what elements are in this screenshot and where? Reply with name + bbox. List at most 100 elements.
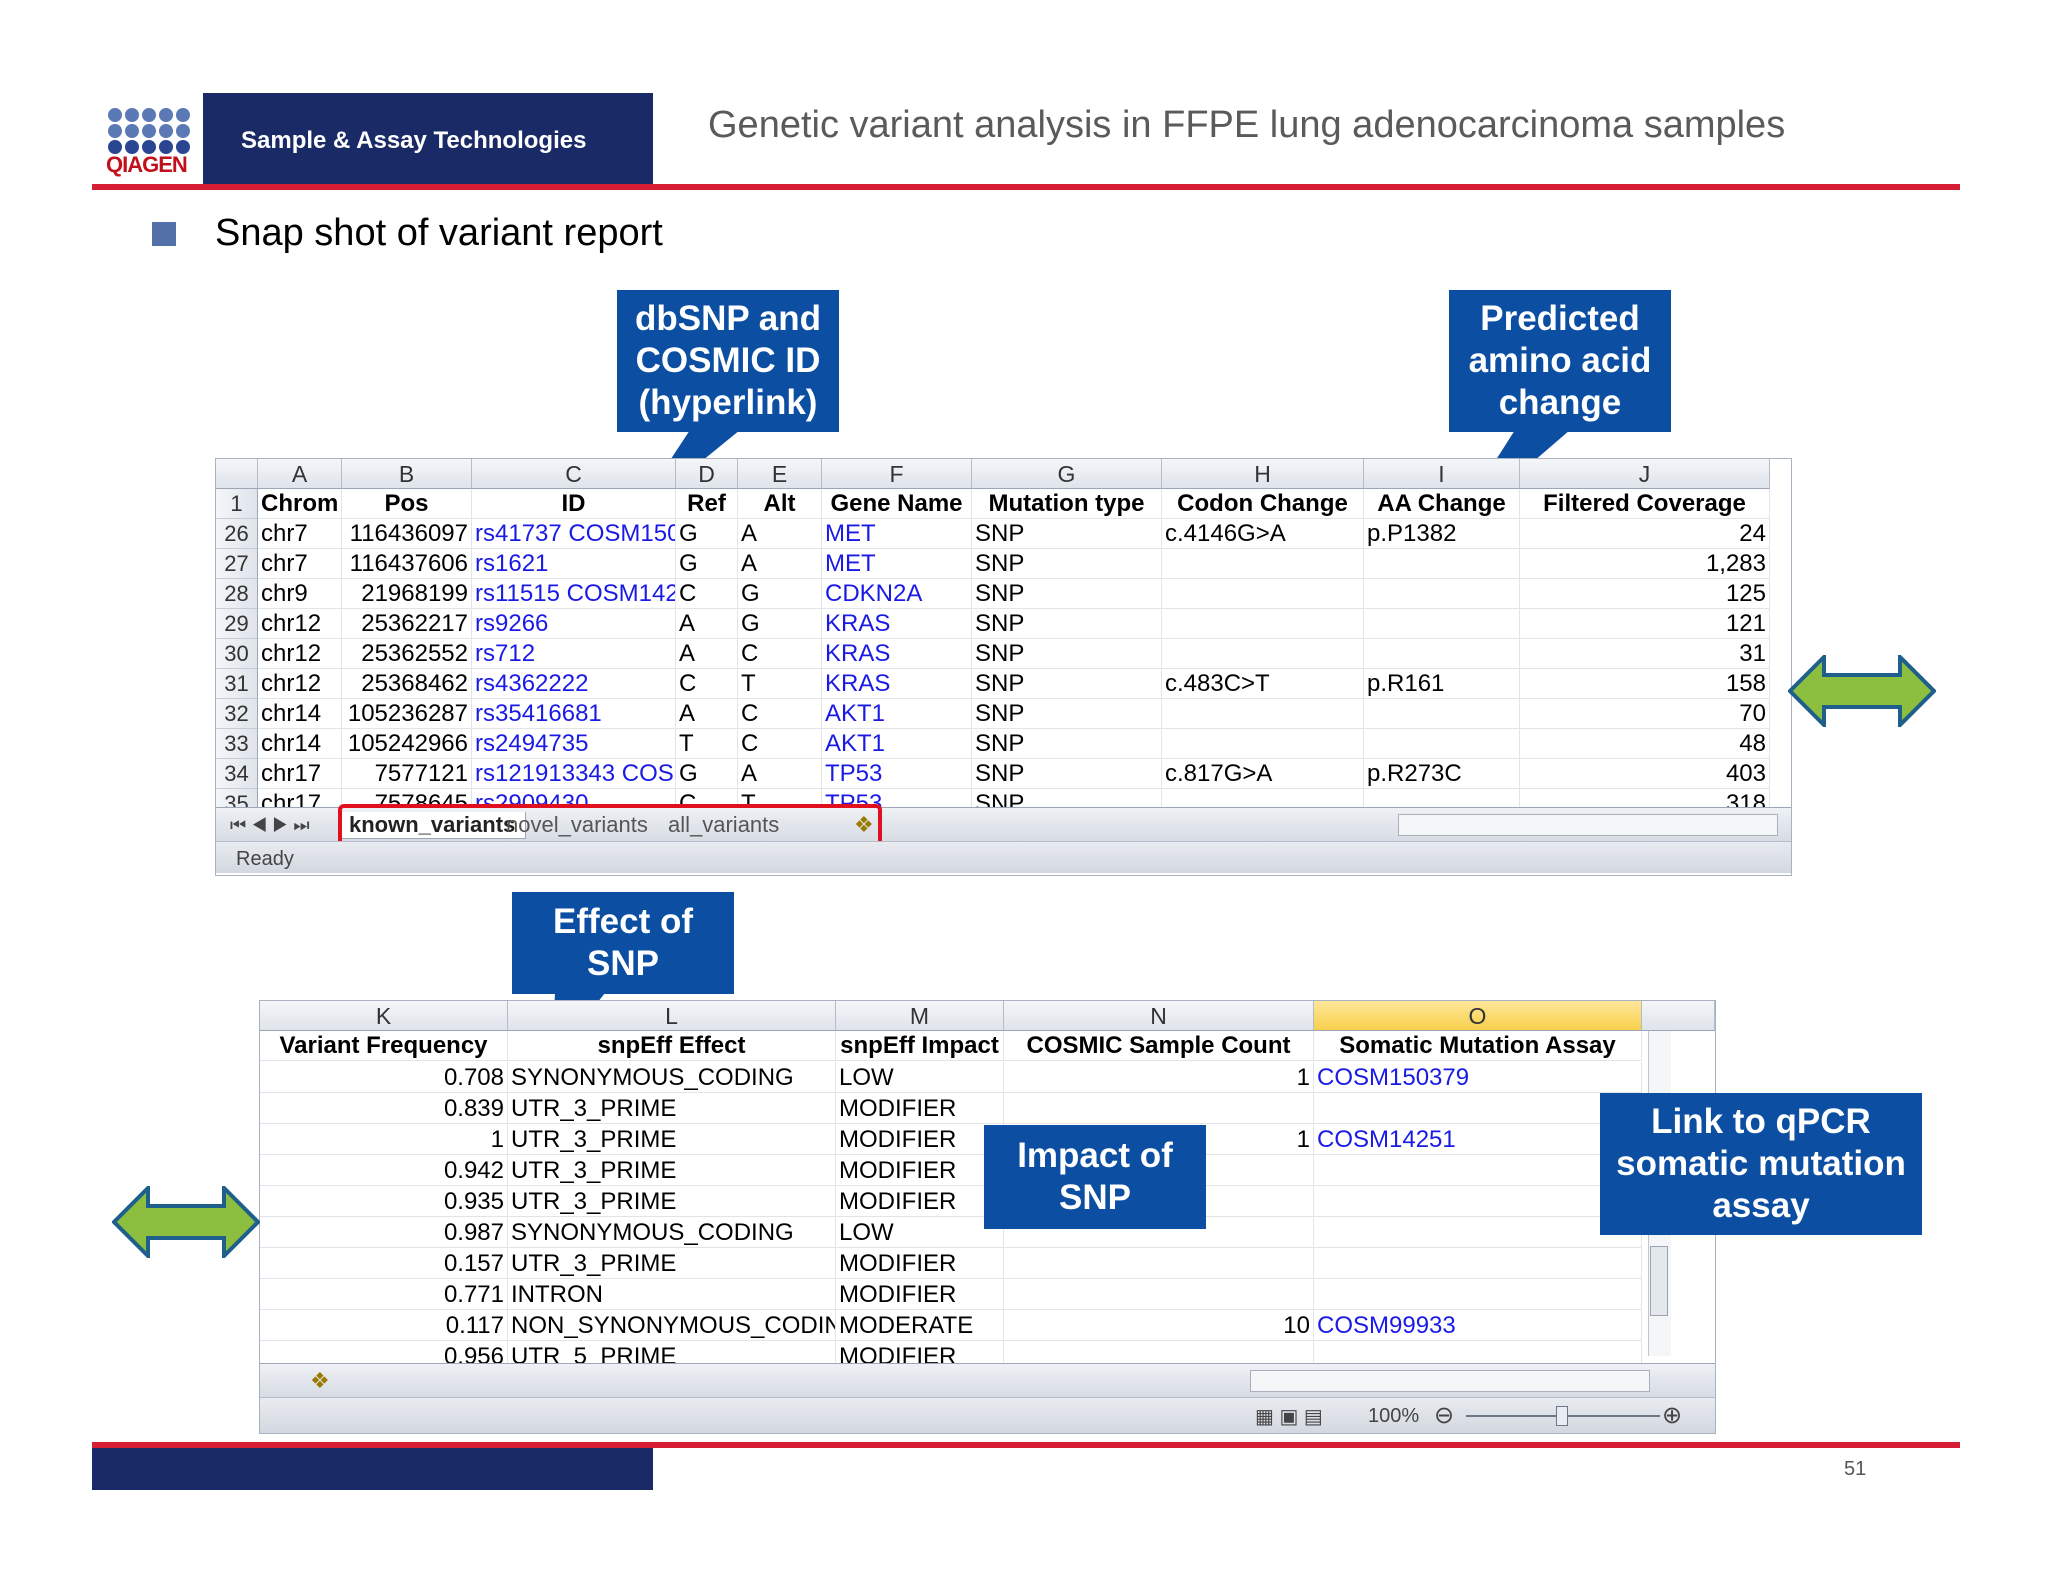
hyperlink-cell[interactable] bbox=[1314, 1248, 1642, 1279]
table-cell[interactable]: SNP bbox=[972, 639, 1162, 669]
table-cell[interactable]: SNP bbox=[972, 669, 1162, 699]
table-cell[interactable]: 7577121 bbox=[342, 759, 472, 789]
table-cell[interactable]: LOW bbox=[836, 1217, 1004, 1248]
column-header[interactable]: D bbox=[676, 459, 738, 489]
horizontal-scrollbar[interactable] bbox=[1398, 814, 1778, 836]
table-cell[interactable]: T bbox=[738, 669, 822, 699]
table-cell[interactable]: SNP bbox=[972, 549, 1162, 579]
table-cell[interactable]: MODERATE bbox=[836, 1310, 1004, 1341]
column-header[interactable]: A bbox=[258, 459, 342, 489]
table-cell[interactable]: chr9 bbox=[258, 579, 342, 609]
table-cell[interactable]: UTR_3_PRIME bbox=[508, 1248, 836, 1279]
table-cell[interactable]: LOW bbox=[836, 1062, 1004, 1093]
table-cell[interactable]: 24 bbox=[1520, 519, 1770, 549]
row-header[interactable]: 28 bbox=[216, 579, 258, 609]
table-cell[interactable]: 125 bbox=[1520, 579, 1770, 609]
table-cell[interactable]: UTR_3_PRIME bbox=[508, 1124, 836, 1155]
table-cell[interactable] bbox=[1364, 579, 1520, 609]
table-cell[interactable]: G bbox=[676, 519, 738, 549]
hyperlink-cell[interactable]: rs11515 COSM142 bbox=[472, 579, 676, 609]
table-cell[interactable]: A bbox=[738, 519, 822, 549]
table-cell[interactable]: 31 bbox=[1520, 639, 1770, 669]
hyperlink-cell[interactable]: MET bbox=[822, 549, 972, 579]
row-header[interactable]: 32 bbox=[216, 699, 258, 729]
row-header[interactable]: 26 bbox=[216, 519, 258, 549]
table-cell[interactable]: C bbox=[676, 669, 738, 699]
row-header[interactable]: 1 bbox=[216, 489, 258, 519]
column-header[interactable]: C bbox=[472, 459, 676, 489]
header-cell[interactable]: Variant Frequency bbox=[260, 1031, 508, 1061]
hyperlink-cell[interactable]: KRAS bbox=[822, 609, 972, 639]
table-cell[interactable]: chr12 bbox=[258, 669, 342, 699]
hyperlink-cell[interactable] bbox=[1314, 1155, 1642, 1186]
table-cell[interactable]: INTRON bbox=[508, 1279, 836, 1310]
table-cell[interactable]: C bbox=[738, 639, 822, 669]
table-cell[interactable]: 116437606 bbox=[342, 549, 472, 579]
scroll-up-button[interactable] bbox=[1642, 1001, 1715, 1031]
header-cell[interactable]: Gene Name bbox=[822, 489, 972, 519]
table-cell[interactable]: 25362217 bbox=[342, 609, 472, 639]
table-cell[interactable]: chr12 bbox=[258, 609, 342, 639]
table-cell[interactable]: 70 bbox=[1520, 699, 1770, 729]
hyperlink-cell[interactable]: COSM99933 bbox=[1314, 1310, 1642, 1341]
table-cell[interactable] bbox=[1162, 729, 1364, 759]
hyperlink-cell[interactable]: CDKN2A bbox=[822, 579, 972, 609]
table-cell[interactable] bbox=[1162, 639, 1364, 669]
hyperlink-cell[interactable] bbox=[1314, 1093, 1642, 1124]
table-cell[interactable]: MODIFIER bbox=[836, 1155, 1004, 1186]
table-cell[interactable]: 0.117 bbox=[260, 1310, 508, 1341]
table-cell[interactable]: SYNONYMOUS_CODING bbox=[508, 1217, 836, 1248]
row-header[interactable]: 29 bbox=[216, 609, 258, 639]
table-cell[interactable]: 1 bbox=[1004, 1062, 1314, 1093]
header-cell[interactable]: AA Change bbox=[1364, 489, 1520, 519]
table-cell[interactable]: 116436097 bbox=[342, 519, 472, 549]
hyperlink-cell[interactable]: rs9266 bbox=[472, 609, 676, 639]
column-header[interactable]: J bbox=[1520, 459, 1770, 489]
column-header[interactable]: G bbox=[972, 459, 1162, 489]
table-cell[interactable]: A bbox=[738, 549, 822, 579]
hyperlink-cell[interactable]: KRAS bbox=[822, 639, 972, 669]
row-header[interactable]: 27 bbox=[216, 549, 258, 579]
table-cell[interactable] bbox=[1364, 609, 1520, 639]
zoom-slider-thumb[interactable] bbox=[1556, 1406, 1568, 1426]
table-cell[interactable] bbox=[1162, 549, 1364, 579]
hyperlink-cell[interactable]: rs4362222 bbox=[472, 669, 676, 699]
table-cell[interactable]: MODIFIER bbox=[836, 1279, 1004, 1310]
header-cell[interactable]: Ref bbox=[676, 489, 738, 519]
hyperlink-cell[interactable]: rs712 bbox=[472, 639, 676, 669]
zoom-in-icon[interactable]: ⊕ bbox=[1662, 1401, 1682, 1430]
column-header[interactable]: H bbox=[1162, 459, 1364, 489]
table-cell[interactable]: A bbox=[676, 639, 738, 669]
table-cell[interactable] bbox=[1364, 729, 1520, 759]
view-mode-icons[interactable]: ▦ ▣ ▤ bbox=[1255, 1404, 1323, 1429]
table-cell[interactable]: 158 bbox=[1520, 669, 1770, 699]
hyperlink-cell[interactable] bbox=[1314, 1217, 1642, 1248]
table-cell[interactable]: G bbox=[676, 549, 738, 579]
header-cell[interactable]: Mutation type bbox=[972, 489, 1162, 519]
table-cell[interactable]: 0.942 bbox=[260, 1155, 508, 1186]
hyperlink-cell[interactable]: rs2494735 bbox=[472, 729, 676, 759]
table-cell[interactable]: 1,283 bbox=[1520, 549, 1770, 579]
table-cell[interactable]: 403 bbox=[1520, 759, 1770, 789]
table-cell[interactable]: G bbox=[676, 759, 738, 789]
table-cell[interactable]: UTR_3_PRIME bbox=[508, 1186, 836, 1217]
row-header[interactable]: 34 bbox=[216, 759, 258, 789]
table-cell[interactable]: p.P1382 bbox=[1364, 519, 1520, 549]
table-cell[interactable]: chr12 bbox=[258, 639, 342, 669]
table-cell[interactable]: C bbox=[738, 699, 822, 729]
hyperlink-cell[interactable]: rs35416681 bbox=[472, 699, 676, 729]
hyperlink-cell[interactable]: rs41737 COSM150 bbox=[472, 519, 676, 549]
table-cell[interactable]: SNP bbox=[972, 579, 1162, 609]
table-cell[interactable]: 48 bbox=[1520, 729, 1770, 759]
header-cell[interactable]: snpEff Impact bbox=[836, 1031, 1004, 1061]
table-cell[interactable]: UTR_3_PRIME bbox=[508, 1155, 836, 1186]
table-cell[interactable]: A bbox=[738, 759, 822, 789]
header-cell[interactable]: Alt bbox=[738, 489, 822, 519]
row-header[interactable]: 33 bbox=[216, 729, 258, 759]
hyperlink-cell[interactable]: AKT1 bbox=[822, 699, 972, 729]
table-cell[interactable]: 0.157 bbox=[260, 1248, 508, 1279]
row-header[interactable]: 30 bbox=[216, 639, 258, 669]
tab-nav-arrows-icon[interactable]: ⏮ ◀ ▶ ⏭ bbox=[220, 812, 320, 838]
table-cell[interactable]: SNP bbox=[972, 699, 1162, 729]
table-cell[interactable]: 21968199 bbox=[342, 579, 472, 609]
